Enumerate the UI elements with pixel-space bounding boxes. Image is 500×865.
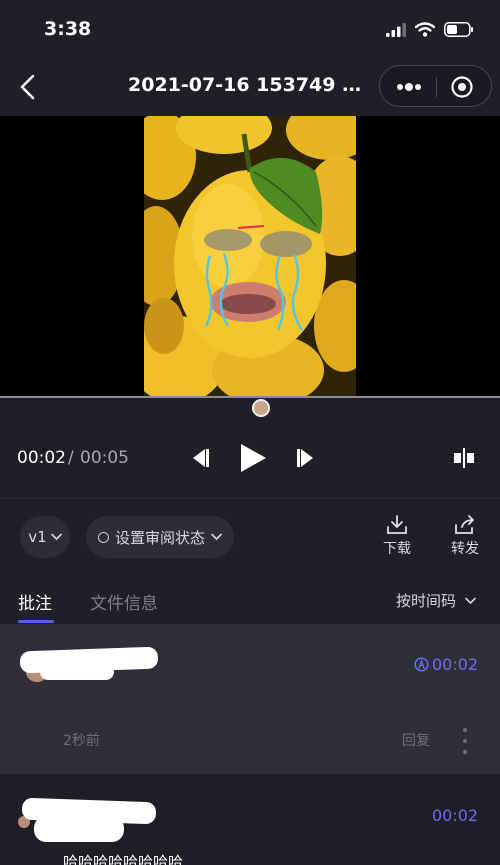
status-circle-icon (97, 531, 109, 543)
redacted-username-part (34, 816, 124, 842)
download-icon (387, 515, 407, 534)
time-separator: / (68, 448, 74, 468)
sort-dropdown[interactable]: 按时间码 (396, 590, 476, 611)
chevron-down-icon (50, 533, 62, 541)
comment-timecode[interactable]: 00:02 (432, 806, 478, 825)
chevron-down-icon (465, 597, 476, 604)
chevron-down-icon (211, 533, 222, 541)
timeline-track[interactable] (0, 396, 500, 398)
action-row: v1 设置审阅状态 下载 转发 (0, 499, 500, 575)
active-tab-indicator (18, 620, 54, 623)
more-button[interactable] (393, 74, 425, 100)
kebab-menu-icon[interactable] (460, 728, 470, 754)
playback-controls: 00:02 / 00:05 (0, 418, 500, 498)
forward-label: 转发 (451, 541, 479, 557)
redacted-username-part (40, 664, 114, 680)
total-time: 00:05 (80, 448, 129, 468)
current-time: 00:02 (17, 448, 66, 468)
wifi-icon (415, 22, 435, 37)
more-dots-icon (397, 83, 421, 91)
prev-frame-icon (193, 449, 209, 467)
download-label: 下载 (383, 541, 411, 557)
next-frame-button[interactable] (294, 446, 318, 470)
target-icon (451, 76, 473, 98)
comment-item[interactable]: 00:02 2秒前 回复 (0, 624, 500, 774)
mini-program-capsule (379, 65, 492, 107)
next-frame-icon (297, 449, 313, 467)
annotation-pen-icon (414, 657, 429, 672)
split-view-button[interactable] (452, 448, 476, 468)
comment-item[interactable]: 00:02 哈哈哈哈哈哈哈哈 (0, 774, 500, 865)
status-bar: 3:38 (0, 0, 500, 60)
review-status-dropdown[interactable]: 设置审阅状态 (86, 516, 234, 558)
tab-annotations[interactable]: 批注 (18, 589, 52, 614)
status-icons (386, 22, 474, 37)
close-mini-program-button[interactable] (450, 75, 474, 99)
split-view-icon (454, 448, 474, 468)
capsule-divider (436, 77, 437, 97)
tab-file-info[interactable]: 文件信息 (90, 589, 158, 614)
tabs-row: 批注 文件信息 按时间码 (0, 575, 500, 624)
page-title: 2021-07-16 153749 1... (128, 74, 374, 96)
forward-button[interactable]: 转发 (445, 515, 485, 559)
download-button[interactable]: 下载 (377, 515, 417, 559)
prev-frame-button[interactable] (188, 446, 212, 470)
version-dropdown[interactable]: v1 (20, 516, 70, 558)
play-button[interactable] (238, 442, 268, 474)
back-button[interactable] (14, 72, 44, 102)
version-label: v1 (28, 528, 47, 546)
sort-label: 按时间码 (396, 592, 457, 610)
video-player[interactable] (0, 116, 500, 396)
share-icon (455, 515, 474, 534)
comment-timecode[interactable]: 00:02 (414, 655, 478, 674)
review-status-label: 设置审阅状态 (114, 528, 205, 547)
timecode-text: 00:02 (432, 655, 479, 674)
status-time: 3:38 (44, 18, 92, 40)
lemon-meme-image (144, 116, 356, 396)
battery-icon (444, 22, 473, 37)
reply-button[interactable]: 回复 (402, 730, 430, 750)
signal-icon (386, 22, 406, 37)
back-chevron-icon (20, 74, 35, 100)
comment-marker-avatar[interactable] (252, 399, 270, 417)
play-icon (241, 444, 266, 472)
video-frame (144, 116, 356, 396)
comment-time-ago: 2秒前 (63, 733, 100, 749)
title-bar: 2021-07-16 153749 1... (0, 60, 500, 116)
comment-text: 哈哈哈哈哈哈哈哈 (63, 853, 184, 865)
